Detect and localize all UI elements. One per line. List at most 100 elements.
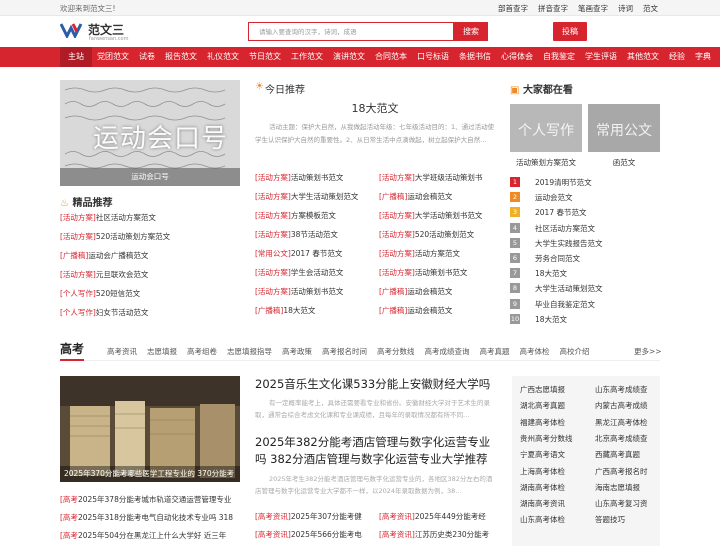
article-title-2[interactable]: 2025年382分能考酒店管理与数字化运营专业吗 382分酒店管理与数字化运营专… [255,434,495,468]
top-link-fanwen[interactable]: 范文 [643,3,658,14]
rank-item[interactable]: 2019清明节范文 [535,177,592,188]
rank-item[interactable]: 18大范文 [535,268,567,279]
list-item[interactable]: [活动方案]大学班级活动策划书 [379,172,497,183]
list-item[interactable]: [活动方案]520活动策划方案范文 [60,231,240,242]
list-item[interactable]: [广播稿]运动会稿范文 [379,286,497,297]
nav-item[interactable]: 节日范文 [244,47,286,67]
top-link-poetry[interactable]: 诗词 [618,3,633,14]
nav-item[interactable]: 心得体会 [496,47,538,67]
gaokao-tab[interactable]: 高考真题 [480,346,510,357]
top-link-radical[interactable]: 部首查字 [498,3,528,14]
list-item[interactable]: [高考资讯]2025年449分能考经 [379,511,497,522]
side-link[interactable]: 黑龙江高考体检 [595,417,648,428]
gaokao-tab[interactable]: 高考报名时间 [322,346,367,357]
list-item[interactable]: [广播稿]18大范文 [255,305,375,316]
gaokao-tab[interactable]: 志愿填报指导 [227,346,272,357]
rank-item[interactable]: 劳务合同范文 [535,253,580,264]
nav-item[interactable]: 自我鉴定 [538,47,580,67]
top-link-pinyin[interactable]: 拼音查字 [538,3,568,14]
side-link[interactable]: 湖南高考资讯 [520,498,565,509]
nav-item[interactable]: 条据书信 [454,47,496,67]
nav-item[interactable]: 党团范文 [92,47,134,67]
side-link[interactable]: 福建高考体检 [520,417,565,428]
list-item[interactable]: [活动方案]社区活动方案范文 [60,212,240,223]
list-item[interactable]: [活动方案]大学生活动策划范文 [255,191,375,202]
side-link[interactable]: 上海高考体检 [520,466,565,477]
nav-item[interactable]: 口号标语 [412,47,454,67]
list-item[interactable]: [广播稿]运动会稿范文 [379,191,497,202]
nav-item[interactable]: 工作范文 [286,47,328,67]
popular-thumb-writing[interactable]: 个人写作 [510,104,582,152]
list-item[interactable]: [高考资讯]2025年566分能考电 [255,529,373,540]
side-link[interactable]: 山东高考体检 [520,514,565,525]
gaokao-tab[interactable]: 志愿填报 [147,346,177,357]
top-link-stroke[interactable]: 笔画查字 [578,3,608,14]
side-link[interactable]: 内蒙古高考成绩 [595,400,648,411]
rank-item[interactable]: 毕业自我鉴定范文 [535,299,595,310]
side-link[interactable]: 答题技巧 [595,514,625,525]
side-link[interactable]: 山东高考复习资 [595,498,648,509]
list-item[interactable]: [活动方案]活动方案范文 [379,248,497,259]
search-button[interactable]: 搜索 [454,22,488,41]
side-link[interactable]: 宁夏高考语文 [520,449,565,460]
side-link[interactable]: 山东高考成绩查 [595,384,648,395]
list-item[interactable]: [活动方案]学生会活动范文 [255,267,375,278]
nav-item[interactable]: 主站 [60,47,92,67]
popular-thumb-caption[interactable]: 活动策划方案范文 [510,157,582,168]
rank-item[interactable]: 大学生实践报告范文 [535,238,603,249]
nav-item[interactable]: 其他范文 [622,47,664,67]
list-item[interactable]: [活动方案]方案模板范文 [255,210,375,221]
rank-item[interactable]: 大学生活动策划范文 [535,283,603,294]
side-link[interactable]: 湖南高考体检 [520,482,565,493]
list-item[interactable]: [广播稿]运动会稿范文 [379,305,497,316]
side-link[interactable]: 湖北高考真题 [520,400,565,411]
site-logo[interactable]: 范文三 fanwensan.com [60,22,128,42]
nav-item[interactable]: 演讲范文 [328,47,370,67]
side-link[interactable]: 广西志愿填报 [520,384,565,395]
list-item[interactable]: [个人写作]妇女节活动范文 [60,307,240,318]
list-item[interactable]: [活动方案]元旦联欢会范文 [60,269,240,280]
side-link[interactable]: 广西高考报名时 [595,466,648,477]
list-item[interactable]: [活动方案]38节活动范文 [255,229,375,240]
list-item[interactable]: [高考资讯]2025年307分能考健 [255,511,373,522]
list-item[interactable]: [常用公文]2017 春节范文 [255,248,375,259]
gaokao-tab[interactable]: 高考资讯 [107,346,137,357]
list-item[interactable]: [高考2025年318分能考电气自动化技术专业吗 318 [60,512,240,523]
nav-item[interactable]: 字典 [690,47,716,67]
nav-item[interactable]: 试卷 [134,47,160,67]
gaokao-more-link[interactable]: 更多>> [634,346,662,357]
rank-item[interactable]: 2017 春节范文 [535,207,586,218]
today-featured-title[interactable]: 18大范文 [255,100,495,116]
popular-thumb-caption[interactable]: 函范文 [588,157,660,168]
side-link[interactable]: 贵州高考分数线 [520,433,573,444]
gaokao-tab[interactable]: 高校介绍 [560,346,590,357]
banner-image[interactable]: 运动会口号 运动会口号 [60,80,240,186]
rank-item[interactable]: 运动会范文 [535,192,573,203]
article-title-1[interactable]: 2025音乐生文化课533分能上安徽财经大学吗 [255,376,495,393]
list-item[interactable]: [活动方案]大学活动策划书范文 [379,210,497,221]
rank-item[interactable]: 18大范文 [535,314,567,325]
side-link[interactable]: 北京高考成绩查 [595,433,648,444]
list-item[interactable]: [高考2025年504分在黑龙江上什么大学好 近三年 [60,530,240,541]
list-item[interactable]: [高考2025年378分能考城市轨道交通运营管理专业 [60,494,240,505]
gaokao-image[interactable]: 2025年370分能考哪些医学工程专业的 370分能考 [60,376,240,482]
gaokao-tab[interactable]: 高考政策 [282,346,312,357]
rank-item[interactable]: 社区活动方案范文 [535,223,595,234]
nav-item[interactable]: 合同范本 [370,47,412,67]
nav-item[interactable]: 学生评语 [580,47,622,67]
contribute-button[interactable]: 投稿 [553,22,587,41]
list-item[interactable]: [高考资讯]江苏历史类230分能考 [379,529,497,540]
gaokao-tab[interactable]: 高考体检 [520,346,550,357]
nav-item[interactable]: 经验 [664,47,690,67]
gaokao-tab[interactable]: 高考组卷 [187,346,217,357]
side-link[interactable]: 西藏高考真题 [595,449,640,460]
nav-item[interactable]: 报告范文 [160,47,202,67]
popular-thumb-official[interactable]: 常用公文 [588,104,660,152]
search-input[interactable]: 请输入要查询的汉字，诗词，成语 [248,22,454,41]
list-item[interactable]: [个人写作]520短信范文 [60,288,240,299]
list-item[interactable]: [活动方案]活动策划书范文 [379,267,497,278]
list-item[interactable]: [广播稿]运动会广播稿范文 [60,250,240,261]
list-item[interactable]: [活动方案]520活动策划范文 [379,229,497,240]
nav-item[interactable]: 礼仪范文 [202,47,244,67]
list-item[interactable]: [活动方案]活动策划书范文 [255,286,375,297]
